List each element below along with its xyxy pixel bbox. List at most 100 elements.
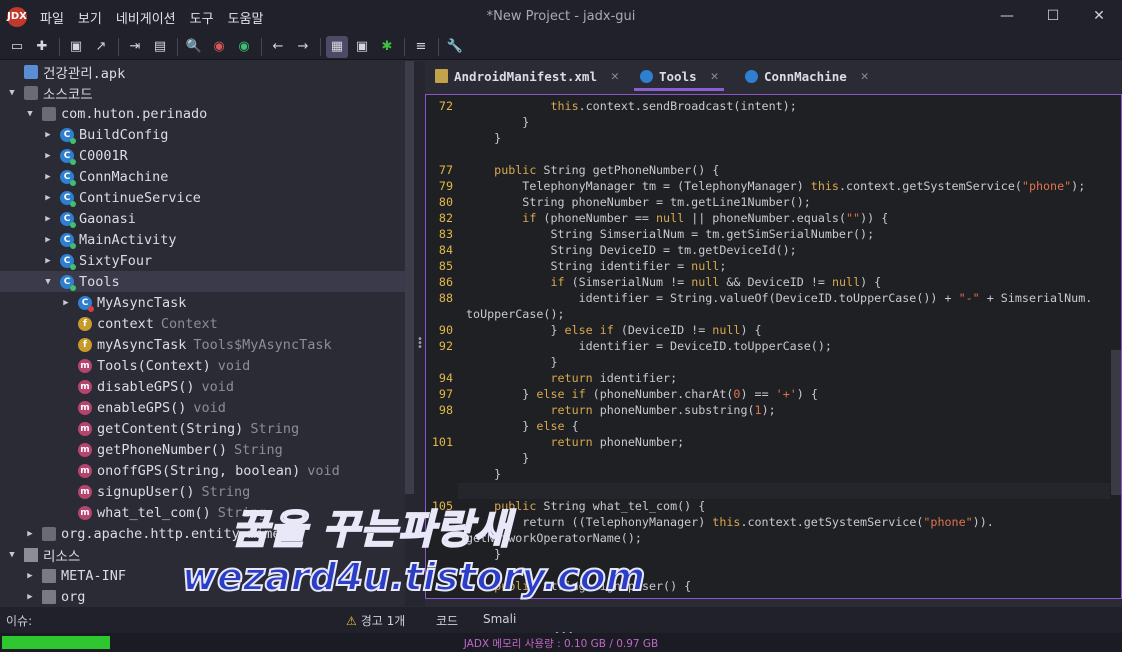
find-class-icon[interactable]: ◉ xyxy=(208,36,230,58)
tree-item[interactable]: ▶ C MyAsyncTask xyxy=(0,292,405,313)
tree-item[interactable]: f context Context xyxy=(0,313,405,334)
tree-item[interactable]: ▼ com.huton.perinado xyxy=(0,103,405,124)
line-number: 82 xyxy=(438,211,453,225)
tree-item[interactable]: ▶ C Gaonasi xyxy=(0,208,405,229)
tree-item[interactable]: ▶ C ContinueService xyxy=(0,187,405,208)
tree-item-type: void xyxy=(201,378,235,395)
menu-item[interactable]: 네비게이션 xyxy=(116,8,176,27)
add-file-icon[interactable]: ✚ xyxy=(31,36,53,58)
expanded-arrow-icon[interactable]: ▼ xyxy=(24,109,36,119)
tree-item[interactable]: m getContent(String) String xyxy=(0,418,405,439)
code-line: } xyxy=(426,547,1121,563)
collapsed-arrow-icon[interactable]: ▶ xyxy=(42,256,54,266)
close-icon[interactable]: ✕ xyxy=(611,69,619,84)
expanded-arrow-icon[interactable]: ▼ xyxy=(42,277,54,287)
menu-item[interactable]: 도구 xyxy=(190,8,214,27)
tree-item-type: void xyxy=(217,357,251,374)
project-tree[interactable]: 건강관리.apk ▼ 소스코드 ▼ com.huton.perinado ▶ C BuildC… xyxy=(0,61,405,606)
tree-item[interactable]: ▶ C C0001R xyxy=(0,145,405,166)
tab-label: ConnMachine xyxy=(764,68,847,84)
tab-code[interactable]: 코드 xyxy=(436,612,458,629)
tab-androidmanifest-xml[interactable]: AndroidManifest.xml ✕ xyxy=(435,61,619,91)
class-icon: C xyxy=(60,211,76,228)
collapsed-arrow-icon[interactable]: ▶ xyxy=(42,151,54,161)
splitter-grip[interactable]: • • • xyxy=(417,335,423,353)
tab-tools[interactable]: Tools ✕ xyxy=(633,61,725,91)
class-icon: C xyxy=(60,169,76,186)
tree-item[interactable]: ▼ C Tools xyxy=(0,271,405,292)
tree-item[interactable]: ▼ 리소스 xyxy=(0,544,405,565)
tree-item-label: Gaonasi xyxy=(79,210,136,227)
tree-scrollbar[interactable] xyxy=(405,61,414,494)
collapsed-arrow-icon[interactable]: ▶ xyxy=(42,235,54,245)
export-icon[interactable]: ↗ xyxy=(90,36,112,58)
close-icon[interactable]: ✕ xyxy=(861,69,869,84)
tree-item[interactable]: 건강관리.apk xyxy=(0,61,405,82)
code-editor[interactable]: 72 this.context.sendBroadcast(intent); }… xyxy=(425,94,1122,599)
toolbar-separator xyxy=(118,37,119,56)
minimize-icon[interactable]: — xyxy=(984,0,1030,34)
tree-item[interactable]: m signupUser() String xyxy=(0,481,405,502)
deobfuscation-icon[interactable]: ▦ xyxy=(326,35,348,58)
forward-icon[interactable]: → xyxy=(292,36,314,58)
save-icon[interactable]: ▣ xyxy=(65,36,87,58)
toolbar-separator xyxy=(59,37,60,56)
find-usage-icon[interactable]: ◉ xyxy=(233,36,255,58)
tree-item[interactable]: m getPhoneNumber() String xyxy=(0,439,405,460)
collapsed-arrow-icon[interactable]: ▶ xyxy=(24,592,36,602)
code-line: 83 String SimserialNum = tm.getSimSerial… xyxy=(426,227,1121,243)
code-line: public String signupUser() { xyxy=(426,579,1121,595)
tree-item[interactable]: f myAsyncTask Tools$MyAsyncTask xyxy=(0,334,405,355)
open-folder-icon[interactable]: ▭ xyxy=(6,36,28,58)
code-line: 85 String identifier = null; xyxy=(426,259,1121,275)
debug-icon[interactable]: ✱ xyxy=(376,36,398,58)
tree-item[interactable]: m onoffGPS(String, boolean) void xyxy=(0,460,405,481)
sync-icon[interactable]: ⇥ xyxy=(124,36,146,58)
warnings-indicator[interactable]: ⚠ 경고 1개 xyxy=(346,612,405,629)
tree-item[interactable]: m enableGPS() void xyxy=(0,397,405,418)
tab-smali[interactable]: Smali xyxy=(483,612,516,626)
collapsed-arrow-icon[interactable]: ▶ xyxy=(24,571,36,581)
tree-item[interactable]: ▶ C SixtyFour xyxy=(0,250,405,271)
quark-icon[interactable]: ▣ xyxy=(351,36,373,58)
tree-item[interactable]: ▶ C ConnMachine xyxy=(0,166,405,187)
tree-item[interactable]: ▶ META-INF xyxy=(0,565,405,586)
status-bar: 이슈: ⚠경고 1개 코드 Smali ••• xyxy=(0,607,1122,640)
collapsed-arrow-icon[interactable]: ▶ xyxy=(42,214,54,224)
menu-item[interactable]: 보기 xyxy=(78,8,102,27)
tab-connmachine[interactable]: ConnMachine ✕ xyxy=(745,61,869,91)
tree-item[interactable]: m what_tel_com() String xyxy=(0,502,405,523)
collapsed-arrow-icon[interactable]: ▶ xyxy=(24,529,36,539)
code-text: } xyxy=(466,115,530,129)
preferences-icon[interactable]: 🔧 xyxy=(444,36,466,58)
log-icon[interactable]: ≡ xyxy=(410,36,432,58)
collapsed-arrow-icon[interactable]: ▶ xyxy=(42,193,54,203)
tree-item[interactable]: m disableGPS() void xyxy=(0,376,405,397)
tree-item[interactable]: ▶ org.apache.http.entity.mime xyxy=(0,523,405,544)
maximize-icon[interactable]: ☐ xyxy=(1030,0,1076,34)
menu-item[interactable]: 파일 xyxy=(40,8,64,27)
menu-bar: 파일 보기 네비게이션 도구 도움말 xyxy=(40,8,277,27)
tree-item[interactable]: ▼ 소스코드 xyxy=(0,82,405,103)
flatten-packages-icon[interactable]: ▤ xyxy=(149,36,171,58)
close-icon[interactable]: ✕ xyxy=(1076,0,1122,34)
collapsed-arrow-icon[interactable]: ▶ xyxy=(42,130,54,140)
menu-item[interactable]: 도움말 xyxy=(228,8,264,27)
tree-item[interactable]: ▶ C MainActivity xyxy=(0,229,405,250)
tree-item[interactable]: ▶ C BuildConfig xyxy=(0,124,405,145)
code-line: 105 public String what_tel_com() { xyxy=(426,499,1121,515)
code-line: 98 return phoneNumber.substring(1); xyxy=(426,403,1121,419)
tree-item-label: BuildConfig xyxy=(79,126,169,143)
line-number: 72 xyxy=(438,99,453,113)
search-icon[interactable]: 🔍 xyxy=(183,36,205,58)
expanded-arrow-icon[interactable]: ▼ xyxy=(6,88,18,98)
tree-item[interactable]: m Tools(Context) void xyxy=(0,355,405,376)
inner-class-icon: C xyxy=(78,295,94,312)
collapsed-arrow-icon[interactable]: ▶ xyxy=(42,172,54,182)
tree-item[interactable]: ▶ org xyxy=(0,586,405,606)
expanded-arrow-icon[interactable]: ▼ xyxy=(6,550,18,560)
code-text: String phoneNumber = tm.getLine1Number()… xyxy=(466,195,811,209)
collapsed-arrow-icon[interactable]: ▶ xyxy=(60,298,72,308)
close-icon[interactable]: ✕ xyxy=(711,69,719,84)
back-icon[interactable]: ← xyxy=(267,36,289,58)
